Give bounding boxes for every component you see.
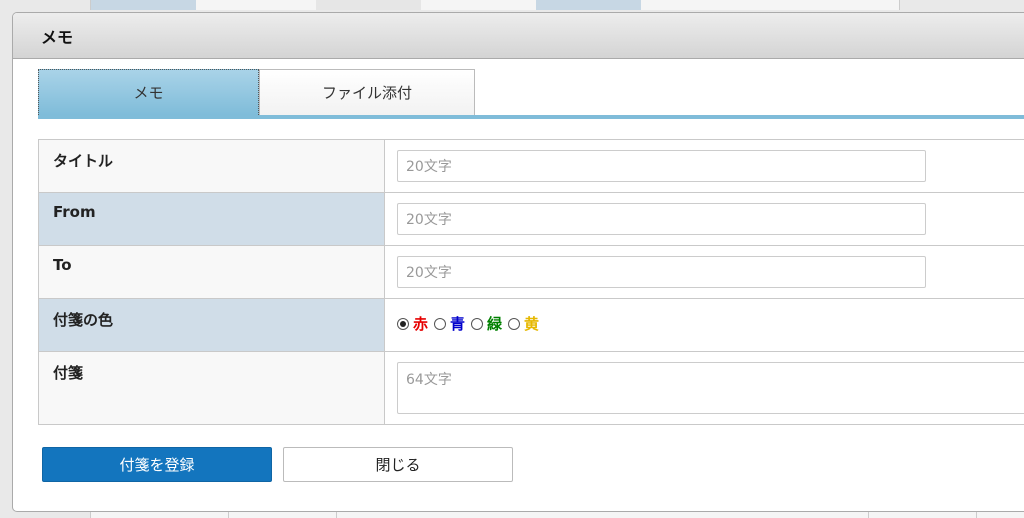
from-input[interactable]: 20文字 bbox=[397, 203, 926, 235]
dialog-buttons: 付箋を登録 閉じる bbox=[42, 447, 513, 482]
memo-form: タイトル 20文字 From 20文字 To 20文字 付箋の色 赤 青 緑 黄… bbox=[38, 139, 1024, 425]
dialog-title: メモ bbox=[13, 13, 1024, 59]
note-textarea[interactable]: 64文字 bbox=[397, 362, 1024, 414]
radio-green-circle[interactable] bbox=[471, 317, 484, 330]
background-page-strip bbox=[90, 0, 900, 10]
tab-underline bbox=[38, 115, 1024, 119]
radio-yellow-circle[interactable] bbox=[508, 317, 521, 330]
radio-blue-circle[interactable] bbox=[434, 317, 447, 330]
radio-blue-label: 青 bbox=[450, 315, 466, 333]
radio-red[interactable]: 赤 bbox=[397, 313, 428, 334]
memo-dialog: メモ メモ ファイル添付 タイトル 20文字 From 20文字 To 20文字… bbox=[12, 12, 1024, 512]
color-radio-group: 赤 青 緑 黄 bbox=[397, 313, 1024, 334]
color-label: 付箋の色 bbox=[38, 298, 385, 352]
radio-green-label: 緑 bbox=[487, 315, 503, 333]
radio-blue[interactable]: 青 bbox=[434, 313, 465, 334]
form-row-color: 付箋の色 赤 青 緑 黄 bbox=[38, 298, 1024, 352]
radio-red-circle[interactable] bbox=[397, 317, 409, 330]
radio-red-label: 赤 bbox=[413, 315, 429, 333]
radio-yellow-label: 黄 bbox=[524, 315, 540, 333]
to-label: To bbox=[38, 245, 385, 299]
title-input[interactable]: 20文字 bbox=[397, 150, 926, 182]
form-row-from: From 20文字 bbox=[38, 192, 1024, 246]
close-button[interactable]: 閉じる bbox=[283, 447, 513, 482]
tab-file-attachment[interactable]: ファイル添付 bbox=[259, 69, 475, 115]
background-page-strip-bottom bbox=[90, 512, 1024, 518]
form-row-title: タイトル 20文字 bbox=[38, 139, 1024, 193]
radio-yellow[interactable]: 黄 bbox=[508, 313, 539, 334]
tab-bar: メモ ファイル添付 bbox=[38, 69, 1024, 119]
radio-green[interactable]: 緑 bbox=[471, 313, 502, 334]
from-label: From bbox=[38, 192, 385, 246]
form-row-to: To 20文字 bbox=[38, 245, 1024, 299]
form-row-note: 付箋 64文字 bbox=[38, 351, 1024, 425]
register-note-button[interactable]: 付箋を登録 bbox=[42, 447, 272, 482]
note-label: 付箋 bbox=[38, 351, 385, 425]
to-input[interactable]: 20文字 bbox=[397, 256, 926, 288]
tab-memo[interactable]: メモ bbox=[38, 69, 259, 115]
title-label: タイトル bbox=[38, 139, 385, 193]
